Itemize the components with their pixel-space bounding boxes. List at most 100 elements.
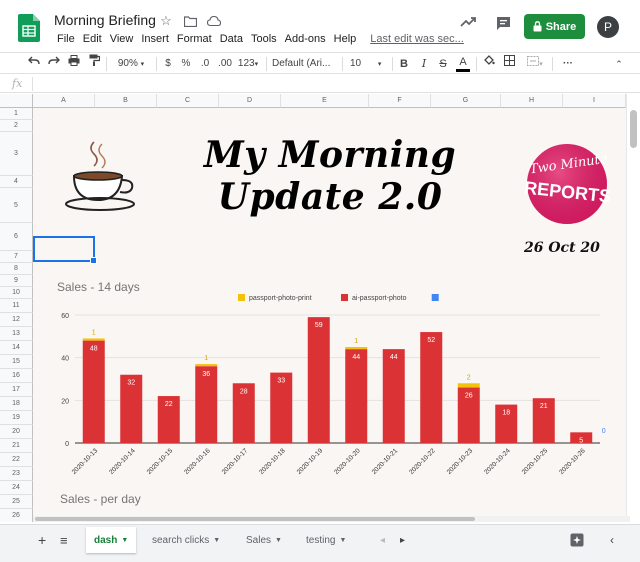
row-header[interactable]: 2	[0, 120, 33, 132]
menu-data[interactable]: Data	[216, 31, 247, 47]
row-header[interactable]: 18	[0, 397, 33, 411]
column-header[interactable]: H	[501, 94, 563, 108]
font-select[interactable]: Default (Ari... ▾	[272, 53, 336, 90]
decrease-decimal-button[interactable]: .0	[198, 53, 212, 75]
activity-icon[interactable]	[460, 16, 476, 28]
row-header[interactable]: 4	[0, 176, 33, 188]
column-header[interactable]: G	[431, 94, 501, 108]
row-header[interactable]: 5	[0, 188, 33, 223]
last-edit-link[interactable]: Last edit was sec...	[360, 31, 468, 47]
more-options-button[interactable]: ···	[558, 53, 578, 75]
share-button[interactable]: Share	[524, 14, 585, 39]
undo-icon[interactable]	[26, 53, 42, 75]
row-header[interactable]: 24	[0, 481, 33, 495]
vertical-scrollbar[interactable]	[626, 94, 640, 522]
explore-icon[interactable]	[562, 527, 592, 553]
row-header[interactable]: 6	[0, 223, 33, 251]
menu-edit[interactable]: Edit	[79, 31, 106, 47]
tab-testing[interactable]: testing ▼	[298, 527, 354, 553]
row-header[interactable]: 23	[0, 467, 33, 481]
column-header[interactable]: D	[219, 94, 281, 108]
column-header[interactable]: F	[369, 94, 431, 108]
sales-14-days-chart[interactable]: 0204060passport-photo-print ai-passport-p…	[40, 289, 610, 487]
bold-button[interactable]: B	[398, 53, 410, 75]
row-header[interactable]: 16	[0, 369, 33, 383]
avatar[interactable]: P	[597, 16, 619, 38]
zoom-select[interactable]: 90% ▾	[110, 53, 152, 75]
row-header[interactable]: 17	[0, 383, 33, 397]
more-formats-button[interactable]: 123▾	[236, 53, 260, 75]
chevron-down-icon[interactable]: ▼	[213, 537, 220, 544]
fill-color-icon[interactable]	[482, 53, 496, 75]
tab-dash[interactable]: dash ▼	[86, 527, 137, 553]
borders-icon[interactable]	[502, 53, 516, 75]
print-icon[interactable]	[66, 53, 82, 75]
column-header[interactable]: C	[157, 94, 219, 108]
collapse-side-panel-icon[interactable]: ‹	[602, 527, 622, 553]
selected-cell-a6[interactable]	[33, 236, 97, 264]
column-header[interactable]: E	[281, 94, 369, 108]
comments-icon[interactable]	[496, 16, 511, 31]
move-folder-icon[interactable]	[182, 13, 198, 29]
italic-button[interactable]: I	[418, 53, 430, 75]
row-header[interactable]: 8	[0, 263, 33, 275]
row-header[interactable]: 26	[0, 509, 33, 522]
row-header[interactable]: 10	[0, 287, 33, 299]
menu-addons[interactable]: Add-ons	[281, 31, 330, 47]
document-title[interactable]: Morning Briefing	[54, 12, 156, 28]
row-header[interactable]: 12	[0, 313, 33, 327]
all-sheets-button[interactable]: ≡	[52, 527, 76, 553]
menu-format[interactable]: Format	[173, 31, 216, 47]
column-header[interactable]: A	[33, 94, 95, 108]
row-header[interactable]: 3	[0, 132, 33, 176]
row-header[interactable]: 7	[0, 251, 33, 263]
toolbar-divider	[156, 57, 157, 71]
collapse-toolbar-icon[interactable]: ⌃	[612, 53, 626, 75]
row-header[interactable]: 1	[0, 108, 33, 120]
column-header[interactable]: B	[95, 94, 157, 108]
percent-button[interactable]: %	[180, 53, 192, 75]
menu-view[interactable]: View	[106, 31, 138, 47]
row-header[interactable]: 11	[0, 299, 33, 313]
row-header[interactable]: 22	[0, 453, 33, 467]
tab-search-clicks[interactable]: search clicks ▼	[144, 527, 228, 553]
row-header[interactable]: 9	[0, 275, 33, 287]
chevron-down-icon[interactable]: ▼	[339, 537, 346, 544]
scroll-tabs-left-icon[interactable]: ◂	[372, 527, 393, 553]
row-header[interactable]: 19	[0, 411, 33, 425]
row-header[interactable]: 21	[0, 439, 33, 453]
menu-insert[interactable]: Insert	[137, 31, 173, 47]
formula-input[interactable]	[40, 76, 620, 92]
paint-format-icon[interactable]	[86, 53, 102, 75]
column-header[interactable]: I	[563, 94, 626, 108]
row-header[interactable]: 25	[0, 495, 33, 509]
scrollbar-thumb[interactable]	[630, 110, 637, 148]
select-all-corner[interactable]	[0, 94, 33, 108]
text-color-button[interactable]: A	[456, 53, 470, 72]
add-sheet-button[interactable]: +	[30, 527, 54, 553]
sheets-logo-icon[interactable]	[18, 14, 40, 42]
menu-tools[interactable]: Tools	[247, 31, 281, 47]
scroll-tabs-right-icon[interactable]: ▸	[392, 527, 413, 553]
data-label: 1	[92, 329, 96, 336]
row-header[interactable]: 13	[0, 327, 33, 341]
font-size-select[interactable]: 10 ▾	[350, 53, 390, 75]
horizontal-scrollbar[interactable]	[33, 516, 630, 522]
menu-file[interactable]: File	[53, 31, 79, 47]
star-icon[interactable]: ☆	[158, 13, 174, 29]
chevron-down-icon[interactable]: ▼	[275, 537, 282, 544]
scrollbar-thumb[interactable]	[35, 517, 475, 521]
menu-help[interactable]: Help	[330, 31, 361, 47]
increase-decimal-button[interactable]: .00	[216, 53, 234, 75]
currency-button[interactable]: $	[162, 53, 174, 75]
redo-icon[interactable]	[46, 53, 62, 75]
chevron-down-icon[interactable]: ▼	[121, 537, 128, 544]
strikethrough-button[interactable]: S	[437, 53, 449, 75]
data-label: 33	[277, 378, 285, 385]
merge-cells-icon[interactable]: ▾	[522, 53, 548, 75]
tab-sales[interactable]: Sales ▼	[238, 527, 290, 553]
cloud-status-icon[interactable]	[206, 13, 222, 29]
row-header[interactable]: 14	[0, 341, 33, 355]
row-header[interactable]: 20	[0, 425, 33, 439]
row-header[interactable]: 15	[0, 355, 33, 369]
